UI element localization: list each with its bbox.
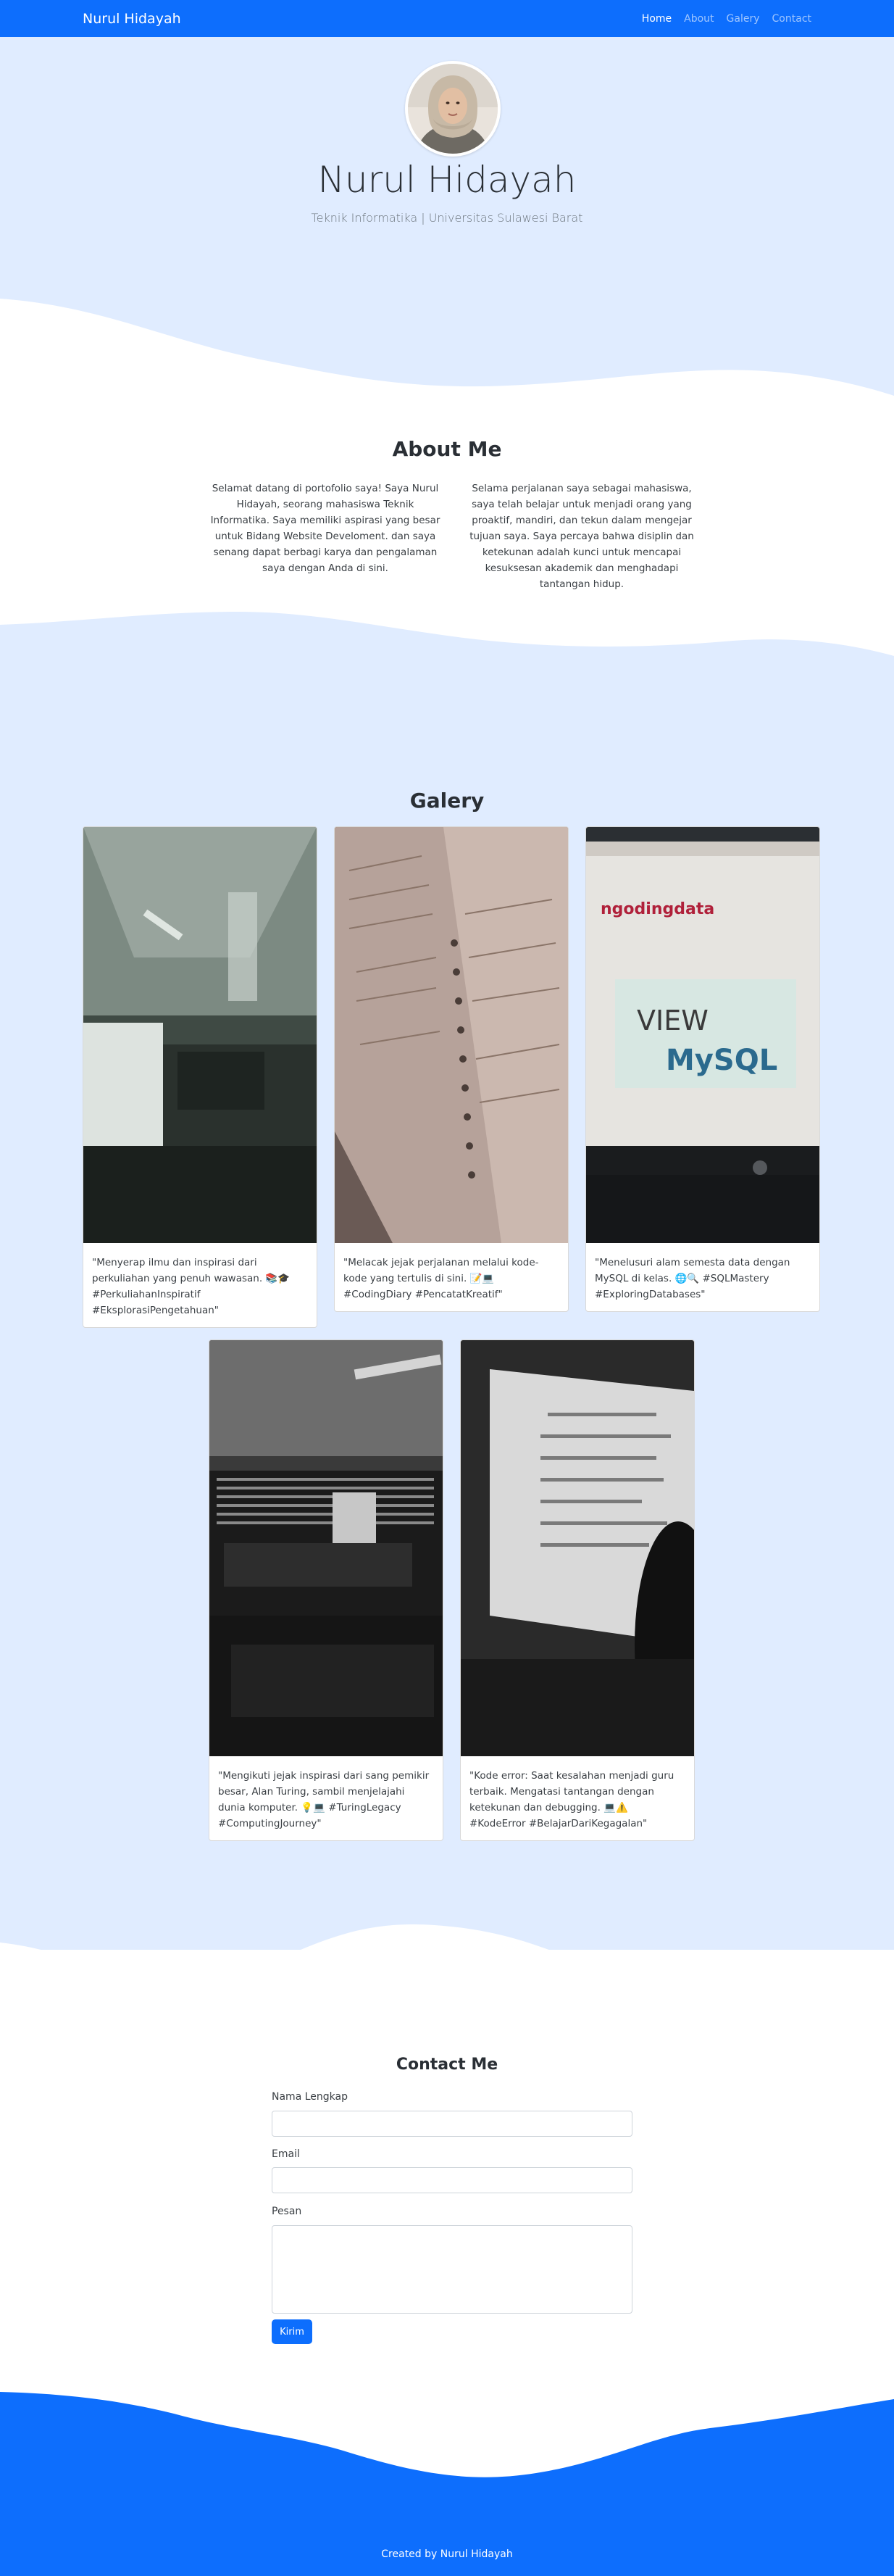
gallery-card: "Mengikuti jejak inspirasi dari sang pem… — [209, 1339, 443, 1841]
email-field[interactable] — [272, 2167, 632, 2193]
site-logo-text: ngodingdata — [601, 900, 714, 918]
gallery-caption: "Mengikuti jejak inspirasi dari sang pem… — [218, 1770, 430, 1829]
about-title: About Me — [392, 437, 502, 461]
nav-link-about[interactable]: About — [684, 13, 714, 25]
gallery-section: Galery "Menyerap ilmu dan inspirasi dari… — [0, 681, 894, 1950]
gallery-title: Galery — [409, 789, 485, 813]
gallery-caption: "Melacak jejak perjalanan melalui kode-k… — [343, 1257, 539, 1300]
name-field[interactable] — [272, 2111, 632, 2137]
navbar: Nurul Hidayah Home About Galery Contact — [0, 0, 894, 37]
notebook-photo — [335, 827, 568, 1243]
projector-photo — [461, 1340, 694, 1756]
gallery-caption: "Kode error: Saat kesalahan menjadi guru… — [469, 1770, 674, 1829]
mysql-text: MySQL — [666, 1044, 777, 1077]
about-text-right: Selama perjalanan saya sebagai mahasiswa… — [469, 483, 694, 590]
gallery-card: ngodingdata VIEW MySQL "Menelusuri alam … — [585, 826, 820, 1312]
footer: Created by Nurul Hidayah — [0, 2479, 894, 2576]
nav-link-home[interactable]: Home — [642, 13, 672, 25]
footer-text: Created by Nurul Hidayah — [381, 2548, 513, 2560]
gallery-card: "Kode error: Saat kesalahan menjadi guru… — [460, 1339, 695, 1841]
navbar-brand[interactable]: Nurul Hidayah — [83, 11, 181, 27]
message-field[interactable] — [272, 2225, 632, 2314]
contact-title: Contact Me — [396, 2056, 498, 2074]
turing-screen-photo — [209, 1340, 443, 1756]
gallery-caption: "Menelusuri alam semesta data dengan MyS… — [595, 1257, 790, 1300]
message-label: Pesan — [272, 2206, 302, 2217]
hero-subtitle: Teknik Informatika | Universitas Sulawes… — [311, 211, 583, 225]
avatar — [405, 61, 501, 157]
contact-section: Contact Me Nama Lengkap Email Pesan Kiri… — [0, 1986, 894, 2392]
classroom-photo — [83, 827, 317, 1243]
email-label: Email — [272, 2148, 300, 2160]
hero-wave — [0, 299, 894, 414]
about-text-left: Selamat datang di portofolio saya! Saya … — [210, 483, 440, 574]
nav-links: Home About Galery Contact — [630, 13, 811, 25]
nav-link-galery[interactable]: Galery — [727, 13, 760, 25]
submit-button[interactable]: Kirim — [272, 2319, 312, 2344]
nav-link-contact[interactable]: Contact — [772, 13, 811, 25]
mysql-screen-photo: ngodingdata VIEW MySQL — [586, 827, 819, 1243]
view-text: VIEW — [637, 1005, 709, 1036]
name-label: Nama Lengkap — [272, 2091, 348, 2103]
gallery-card: "Menyerap ilmu dan inspirasi dari perkul… — [83, 826, 317, 1328]
hero-name: Nurul Hidayah — [317, 159, 577, 201]
footer-wave — [0, 2392, 894, 2493]
gallery-caption: "Menyerap ilmu dan inspirasi dari perkul… — [92, 1257, 291, 1316]
gallery-card: "Melacak jejak perjalanan melalui kode-k… — [334, 826, 569, 1312]
